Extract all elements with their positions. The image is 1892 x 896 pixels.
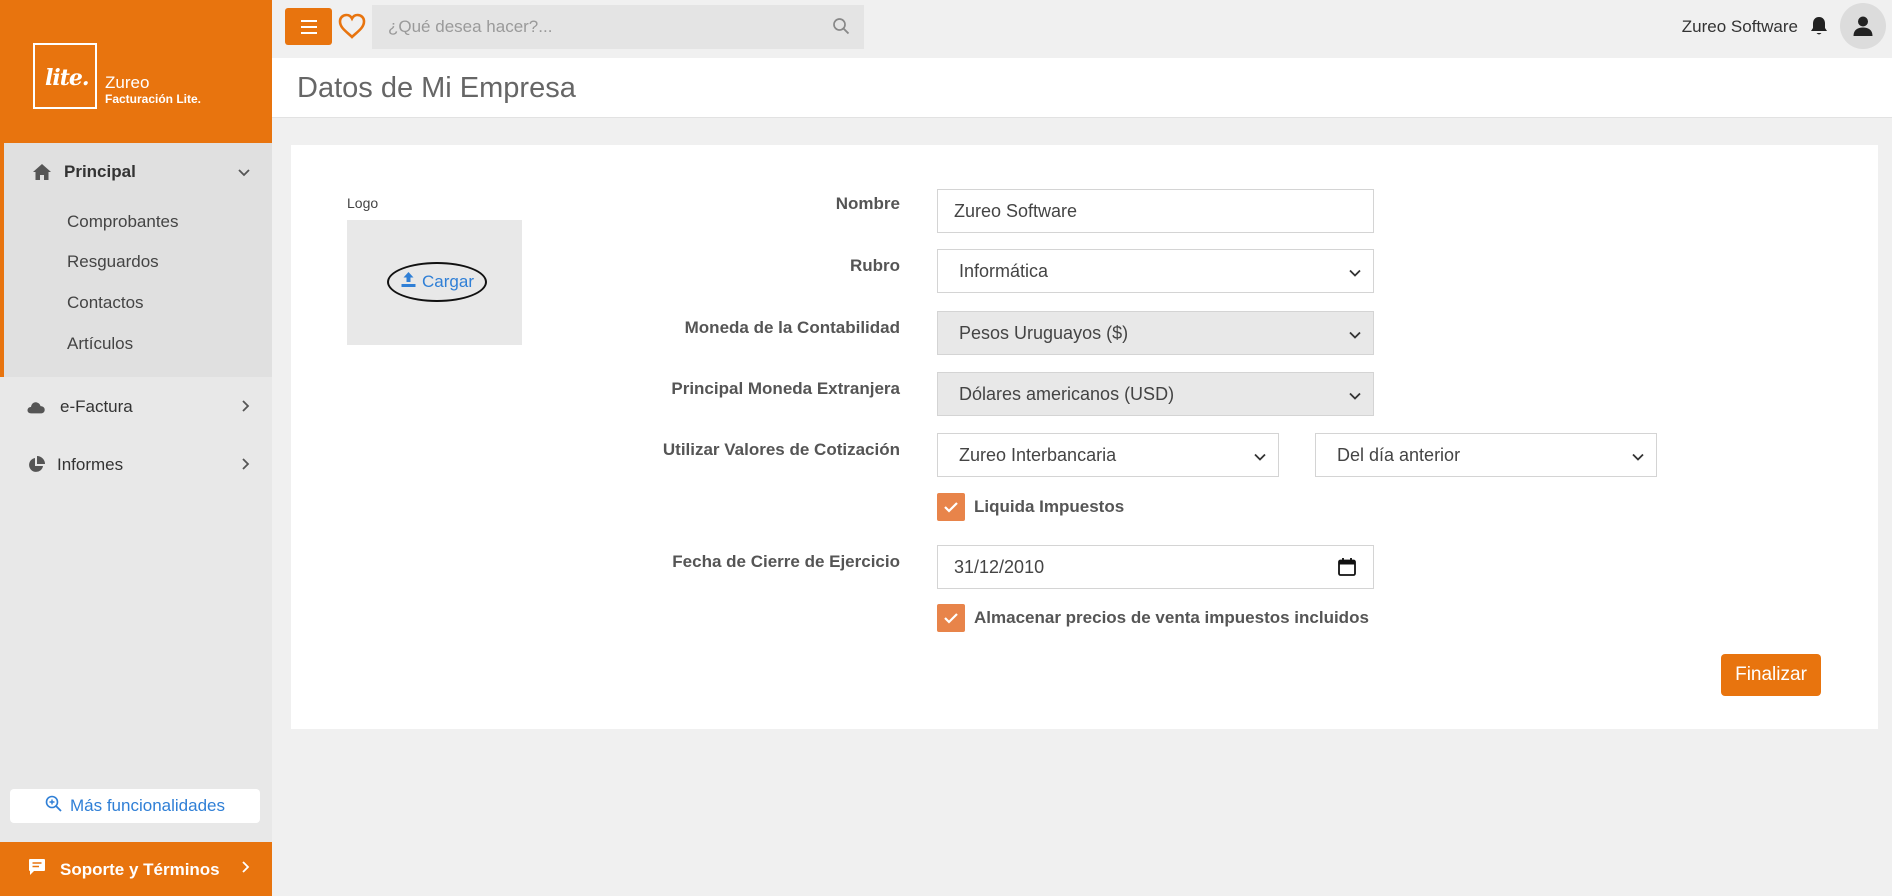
form-labels: Nombre Rubro Moneda de la Contabilidad P… [591, 145, 900, 729]
rubro-label: Rubro [849, 256, 900, 275]
home-icon [32, 162, 52, 182]
chevron-down-icon [1253, 448, 1267, 462]
cloud-icon [26, 397, 46, 417]
sidebar-item-articulos[interactable]: Artículos [67, 334, 133, 354]
chevron-right-icon [242, 457, 250, 473]
moneda-label: Moneda de la Contabilidad [684, 318, 900, 337]
logo-dropzone[interactable]: Cargar [347, 220, 522, 345]
chevron-down-icon [1348, 326, 1362, 340]
moneda-extranjera-value: Dólares americanos (USD) [959, 383, 1175, 404]
nav-section-principal: Principal Comprobantes Resguardos Contac… [0, 143, 272, 377]
comment-icon [28, 858, 46, 881]
upload-logo-label: Cargar [422, 272, 474, 291]
fecha-cierre-field[interactable]: 31/12/2010 [937, 545, 1374, 589]
search-bar [372, 5, 864, 49]
nombre-field[interactable]: Zureo Software [937, 189, 1374, 233]
page-title: Datos de Mi Empresa [297, 72, 576, 104]
rubro-value: Informática [959, 260, 1049, 281]
nav-principal-label: Principal [64, 162, 136, 181]
search-icon[interactable] [832, 17, 850, 35]
liquida-impuestos-label[interactable]: Liquida Impuestos [974, 497, 1124, 517]
liquida-impuestos-checkbox[interactable] [937, 493, 965, 521]
nav-efactura-label: e-Factura [60, 397, 133, 416]
brand-subtitle: Facturación Lite. [105, 92, 202, 106]
chevron-down-icon [1348, 264, 1362, 278]
bell-icon[interactable] [1809, 15, 1829, 37]
page-header: Datos de Mi Empresa [272, 58, 1892, 118]
nav-principal-toggle[interactable]: Principal [4, 143, 272, 201]
brand-name: Zureo [105, 73, 150, 92]
more-features-button[interactable]: Más funcionalidades [10, 789, 260, 823]
cotizacion-day-select[interactable]: Del día anterior [1315, 433, 1657, 477]
fecha-cierre-value: 31/12/2010 [954, 556, 1045, 577]
upload-logo-button[interactable]: Cargar [387, 262, 487, 302]
brand-logo-text: lite. [45, 65, 90, 91]
sidebar-item-resguardos[interactable]: Resguardos [67, 252, 159, 272]
cotizacion-label: Utilizar Valores de Cotización [662, 440, 900, 459]
nav-informes-label: Informes [57, 455, 124, 474]
moneda-select[interactable]: Pesos Uruguayos ($) [937, 311, 1374, 355]
check-icon [944, 613, 958, 624]
logo-label: Logo [347, 195, 379, 211]
check-icon [944, 502, 958, 513]
almacenar-precios-checkbox[interactable] [937, 604, 965, 632]
cotizacion-day-value: Del día anterior [1337, 444, 1461, 465]
almacenar-precios-label[interactable]: Almacenar precios de venta impuestos inc… [974, 608, 1369, 628]
sidebar-item-contactos[interactable]: Contactos [67, 293, 144, 313]
moneda-extranjera-select[interactable]: Dólares americanos (USD) [937, 372, 1374, 416]
cotizacion-source-value: Zureo Interbancaria [959, 444, 1117, 465]
nav-efactura-toggle[interactable]: e-Factura [0, 383, 272, 431]
sidebar: lite. Zureo Facturación Lite. Principal … [0, 0, 272, 896]
company-form-card: Logo Cargar Nombre Rubro Moneda de la Co… [291, 145, 1878, 729]
upload-icon [400, 271, 417, 293]
calendar-icon[interactable] [1337, 557, 1357, 577]
search-input[interactable] [372, 5, 864, 49]
pie-chart-icon [26, 455, 46, 475]
moneda-value: Pesos Uruguayos ($) [959, 322, 1129, 343]
user-name[interactable]: Zureo Software [1682, 17, 1798, 37]
chevron-down-icon [1631, 448, 1645, 462]
nav-section-informes[interactable]: Informes [0, 441, 272, 489]
finish-button[interactable]: Finalizar [1721, 654, 1821, 696]
hamburger-menu-button[interactable] [285, 8, 332, 45]
support-terms-label: Soporte y Términos [60, 860, 220, 879]
user-avatar[interactable] [1840, 3, 1886, 49]
nombre-label: Nombre [835, 194, 900, 213]
fecha-cierre-label: Fecha de Cierre de Ejercicio [672, 552, 900, 571]
chevron-down-icon [1348, 387, 1362, 401]
zoom-in-icon [45, 795, 62, 817]
chevron-right-icon [242, 399, 250, 415]
brand-header[interactable]: lite. Zureo Facturación Lite. [0, 0, 272, 143]
chevron-right-icon [242, 860, 250, 876]
support-terms-button[interactable]: Soporte y Términos [0, 842, 272, 896]
cotizacion-source-select[interactable]: Zureo Interbancaria [937, 433, 1279, 477]
chevron-down-icon [238, 165, 250, 180]
nav-informes-toggle[interactable]: Informes [0, 441, 272, 489]
moneda-extranjera-label: Principal Moneda Extranjera [671, 379, 900, 398]
sidebar-item-comprobantes[interactable]: Comprobantes [67, 212, 179, 232]
user-icon [1853, 16, 1873, 36]
more-features-label: Más funcionalidades [70, 796, 225, 815]
brand-logo: lite. [33, 43, 97, 109]
nav-section-efactura[interactable]: e-Factura [0, 383, 272, 431]
heart-icon[interactable] [337, 11, 367, 41]
rubro-select[interactable]: Informática [937, 249, 1374, 293]
